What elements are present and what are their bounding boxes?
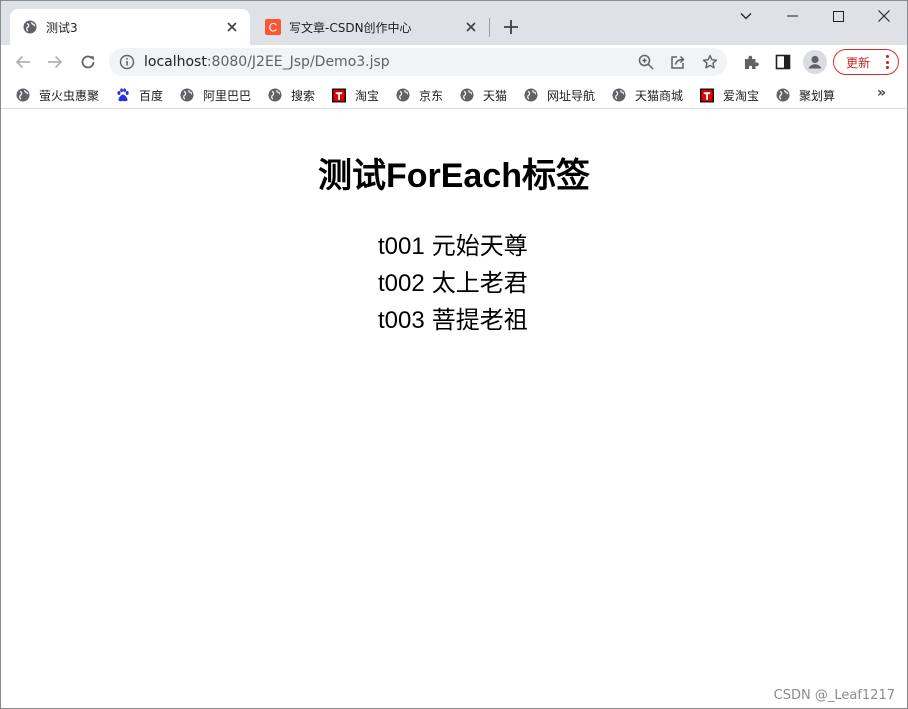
- bookmarks-overflow-icon[interactable]: »: [877, 85, 886, 101]
- zoom-icon[interactable]: [637, 53, 655, 71]
- url-text: localhost:8080/J2EE_Jsp/Demo3.jsp: [144, 54, 390, 70]
- item-name: 太上老君: [431, 270, 528, 297]
- globe-icon: [460, 88, 474, 102]
- item-name: 菩提老祖: [431, 307, 528, 334]
- maximize-icon[interactable]: [815, 1, 861, 31]
- list-item: t002 太上老君: [378, 265, 528, 302]
- url-path: :8080/J2EE_Jsp/Demo3.jsp: [206, 54, 390, 70]
- bookmark-item[interactable]: 搜索: [268, 86, 315, 104]
- bookmark-label: 京东: [419, 88, 444, 103]
- list-item: t003 菩提老祖: [378, 302, 528, 339]
- profile-avatar-icon[interactable]: [803, 50, 827, 74]
- bookmarks-bar: 萤火虫惠聚 百度 阿里巴巴 搜索 淘宝 京东 天猫 网址导航 天猫商城 爱淘宝 …: [1, 81, 907, 109]
- bookmark-item[interactable]: 爱淘宝: [700, 86, 759, 104]
- bookmark-label: 萤火虫惠聚: [39, 88, 100, 103]
- bookmark-item[interactable]: 聚划算: [776, 86, 835, 104]
- globe-icon: [180, 88, 194, 102]
- bookmark-label: 阿里巴巴: [203, 88, 252, 103]
- item-id: t001: [378, 233, 425, 260]
- update-label: 更新: [846, 55, 871, 70]
- bookmark-label: 网址导航: [547, 88, 596, 103]
- csdn-c-icon: C: [265, 19, 281, 35]
- globe-icon: [612, 88, 626, 102]
- tab-title: 测试3: [46, 20, 78, 35]
- forward-arrow-icon[interactable]: [42, 49, 68, 75]
- menu-dots-icon: [885, 55, 889, 69]
- bookmark-item[interactable]: 淘宝: [332, 86, 379, 104]
- page-content: 测试ForEach标签 t001 元始天尊 t002 太上老君 t003 菩提老祖 C…: [1, 110, 907, 708]
- bookmark-item[interactable]: 天猫: [460, 86, 507, 104]
- globe-icon: [524, 88, 538, 102]
- side-panel-icon[interactable]: [771, 50, 795, 74]
- t-logo-icon: [700, 88, 714, 102]
- browser-window: 测试3 C 写文章-CSDN创作中心 localhost:8080/J2EE_J…: [0, 0, 908, 709]
- watermark: CSDN @_Leaf1217: [773, 688, 895, 703]
- tab-active[interactable]: 测试3: [10, 9, 250, 45]
- bookmark-label: 爱淘宝: [723, 88, 760, 103]
- globe-icon: [776, 88, 790, 102]
- list-item: t001 元始天尊: [378, 228, 528, 265]
- close-icon[interactable]: [861, 1, 907, 31]
- t-logo-icon: [332, 88, 346, 102]
- address-bar[interactable]: localhost:8080/J2EE_Jsp/Demo3.jsp: [109, 48, 727, 76]
- bookmark-label: 搜索: [291, 88, 316, 103]
- star-icon[interactable]: [701, 53, 719, 71]
- item-id: t002: [378, 270, 425, 297]
- item-id: t003: [378, 307, 425, 334]
- bookmark-item[interactable]: 萤火虫惠聚: [16, 86, 99, 104]
- minimize-icon[interactable]: [769, 1, 815, 31]
- globe-icon: [268, 88, 282, 102]
- tab-close-icon[interactable]: [222, 17, 242, 37]
- bookmark-item[interactable]: 百度: [116, 86, 163, 104]
- tab-separator: [489, 18, 490, 37]
- new-tab-icon[interactable]: [500, 16, 522, 38]
- url-host: localhost: [144, 54, 207, 70]
- item-name: 元始天尊: [431, 233, 528, 260]
- chevron-down-icon[interactable]: [723, 1, 769, 31]
- tab-inactive[interactable]: C 写文章-CSDN创作中心: [253, 9, 489, 45]
- page-title: 测试ForEach标签: [317, 157, 591, 195]
- reload-icon[interactable]: [75, 49, 101, 75]
- globe-icon: [16, 88, 30, 102]
- bookmark-label: 天猫: [483, 88, 508, 103]
- bookmark-label: 天猫商城: [635, 88, 684, 103]
- tab-strip: 测试3 C 写文章-CSDN创作中心: [1, 1, 907, 45]
- share-icon[interactable]: [669, 53, 687, 71]
- bookmark-label: 淘宝: [355, 88, 380, 103]
- globe-icon: [396, 88, 410, 102]
- extensions-puzzle-icon[interactable]: [739, 50, 763, 74]
- update-button[interactable]: 更新: [833, 49, 899, 75]
- item-list: t001 元始天尊 t002 太上老君 t003 菩提老祖: [378, 228, 528, 339]
- svg-text:C: C: [269, 21, 278, 35]
- back-arrow-icon[interactable]: [10, 49, 36, 75]
- browser-toolbar: localhost:8080/J2EE_Jsp/Demo3.jsp 更新: [1, 45, 907, 79]
- globe-icon: [22, 19, 38, 35]
- bookmark-label: 百度: [139, 88, 164, 103]
- bookmark-item[interactable]: 京东: [396, 86, 443, 104]
- baidu-paw-icon: [116, 88, 130, 102]
- tab-title: 写文章-CSDN创作中心: [289, 20, 412, 35]
- bookmark-item[interactable]: 天猫商城: [612, 86, 683, 104]
- bookmark-item[interactable]: 网址导航: [524, 86, 595, 104]
- tab-close-icon[interactable]: [461, 17, 481, 37]
- bookmark-label: 聚划算: [799, 88, 836, 103]
- bookmark-item[interactable]: 阿里巴巴: [180, 86, 251, 104]
- site-info-icon[interactable]: [119, 54, 135, 70]
